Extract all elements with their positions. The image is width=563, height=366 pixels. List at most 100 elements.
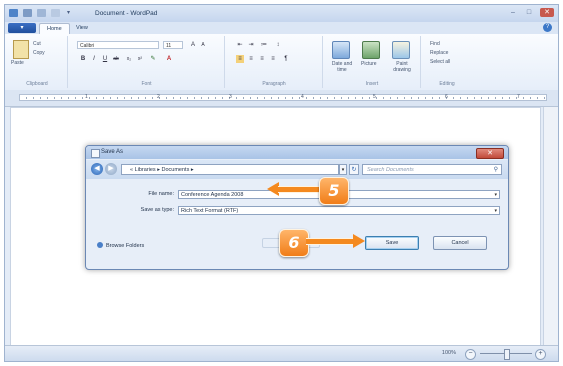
undo-quick-icon[interactable] [37,9,46,17]
font-group-label: Font [141,81,152,87]
zoom-slider-thumb[interactable] [504,349,510,360]
superscript-icon[interactable]: x² [136,55,144,63]
step-6-callout: 6 [279,229,309,257]
browse-folders-toggle[interactable]: Browse Folders [97,242,144,249]
paragraph-settings-icon[interactable]: ¶ [282,55,290,63]
clipboard-group-label: Clipboard [26,81,48,87]
paste-button[interactable]: Paste [11,60,24,66]
underline-icon[interactable]: U [101,55,109,63]
font-size-select[interactable]: 11 [163,41,183,49]
ruler-number: 2 [157,94,160,100]
shrink-font-icon[interactable]: A [199,41,207,49]
replace-button[interactable]: Replace [430,50,448,56]
zoom-out-icon[interactable]: − [465,349,476,360]
back-arrow-icon[interactable]: ◀ [91,163,103,175]
cancel-button[interactable]: Cancel [433,236,487,250]
address-dropdown-icon[interactable]: ▾ [339,164,347,175]
calendar-icon[interactable] [332,41,350,59]
dialog-nav-bar: ◀ ▶ « Libraries ▸ Documents ▸ ▾ ↻ Search… [86,160,508,179]
ruler: 1 2 3 4 5 6 7 [5,90,558,107]
filename-dropdown-icon[interactable]: ▾ [494,191,497,199]
title-bar: ▾ Document - WordPad – □ ✕ [5,5,558,22]
grow-font-icon[interactable]: A [189,41,197,49]
font-family-select[interactable]: Calibri [77,41,159,49]
insert-group-label: Insert [365,81,379,87]
search-placeholder: Search Documents [367,167,414,173]
tab-view[interactable]: View [69,23,95,34]
paragraph-group-label: Paragraph [262,81,286,87]
ruler-track[interactable] [19,94,547,101]
callout-6-arrow-head [353,234,365,248]
justify-icon[interactable]: ≡ [269,55,277,63]
subscript-icon[interactable]: x₂ [125,55,133,63]
save-type-dropdown-icon[interactable]: ▾ [494,207,497,215]
filename-label: File name: [148,191,174,197]
editing-group-label: Editing [439,81,455,87]
decrease-indent-icon[interactable]: ⇤ [236,41,244,49]
insert-picture-button[interactable]: Picture [361,61,377,67]
ribbon-tab-bar: ▾ Home View ? [5,22,558,35]
dialog-title: Save As [101,149,124,155]
copy-button[interactable]: Copy [33,50,45,56]
align-right-icon[interactable]: ≡ [258,55,266,63]
save-button[interactable]: Save [365,236,419,250]
ruler-number: 3 [229,94,232,100]
save-quick-icon[interactable] [23,9,32,17]
font-color-icon[interactable]: A [165,55,173,63]
status-bar: 100% − + [5,345,558,361]
search-input[interactable]: Search Documents ⚲ [362,164,502,175]
date-time-button[interactable]: Date and time [328,61,356,73]
minimize-icon[interactable]: – [506,8,520,17]
maximize-icon[interactable]: □ [522,8,536,17]
cut-button[interactable]: Cut [33,41,41,47]
paste-icon[interactable] [13,40,29,59]
increase-indent-icon[interactable]: ⇥ [247,41,255,49]
strikethrough-icon[interactable]: ab [112,55,120,63]
ruler-number: 1 [85,94,88,100]
insert-group: Date and time Picture Paint drawing Inse… [324,36,421,88]
browse-folders-label: Browse Folders [106,243,145,249]
wordpad-app-icon[interactable] [9,9,18,17]
bold-icon[interactable]: B [79,55,87,63]
font-group: Calibri 11 A A B I U ab x₂ x² ✎ A Font [69,36,225,88]
vertical-scrollbar[interactable] [543,107,558,347]
align-center-icon[interactable]: ≡ [247,55,255,63]
zoom-in-icon[interactable]: + [535,349,546,360]
ruler-number: 7 [517,94,520,100]
filename-value: Conference Agenda 2008 [181,192,244,198]
app-menu-button[interactable]: ▾ [8,23,36,33]
address-breadcrumb[interactable]: « Libraries ▸ Documents ▸ [121,164,339,175]
expand-icon [97,242,103,248]
italic-icon[interactable]: I [90,55,98,63]
help-icon[interactable]: ? [543,23,552,32]
ruler-number: 4 [301,94,304,100]
callout-5-arrow [278,186,322,193]
dialog-close-icon[interactable]: ✕ [476,148,504,159]
paint-brush-icon[interactable] [392,41,410,59]
dialog-title-bar: Save As ✕ [86,146,508,159]
save-type-value: Rich Text Format (RTF) [181,208,239,214]
wordpad-window: ▾ Document - WordPad – □ ✕ ▾ Home View ?… [4,4,559,362]
editing-group: Find Replace Select all Editing [422,36,472,88]
ruler-number: 5 [373,94,376,100]
highlight-color-icon[interactable]: ✎ [149,55,157,63]
redo-quick-icon[interactable] [51,9,60,17]
bullets-icon[interactable]: ≔ [260,41,268,49]
close-icon[interactable]: ✕ [540,8,554,17]
select-all-button[interactable]: Select all [430,59,450,65]
save-type-select[interactable]: Rich Text Format (RTF) ▾ [178,206,500,215]
ribbon: Paste Cut Copy Clipboard Calibri 11 A A … [5,34,558,91]
line-spacing-icon[interactable]: ↕ [274,41,282,49]
forward-arrow-icon[interactable]: ▶ [105,163,117,175]
picture-icon[interactable] [362,41,380,59]
find-button[interactable]: Find [430,41,440,47]
window-title: Document - WordPad [95,10,158,17]
align-left-icon[interactable]: ≡ [236,55,244,63]
dialog-window-icon [91,149,100,158]
ruler-number: 6 [445,94,448,100]
paragraph-group: ⇤ ⇥ ≔ ↕ ≡ ≡ ≡ ≡ ¶ Paragraph [226,36,323,88]
paint-drawing-button[interactable]: Paint drawing [388,61,416,73]
customize-quick-access-icon[interactable]: ▾ [67,9,70,16]
step-5-callout: 5 [319,177,349,205]
refresh-icon[interactable]: ↻ [349,164,359,175]
